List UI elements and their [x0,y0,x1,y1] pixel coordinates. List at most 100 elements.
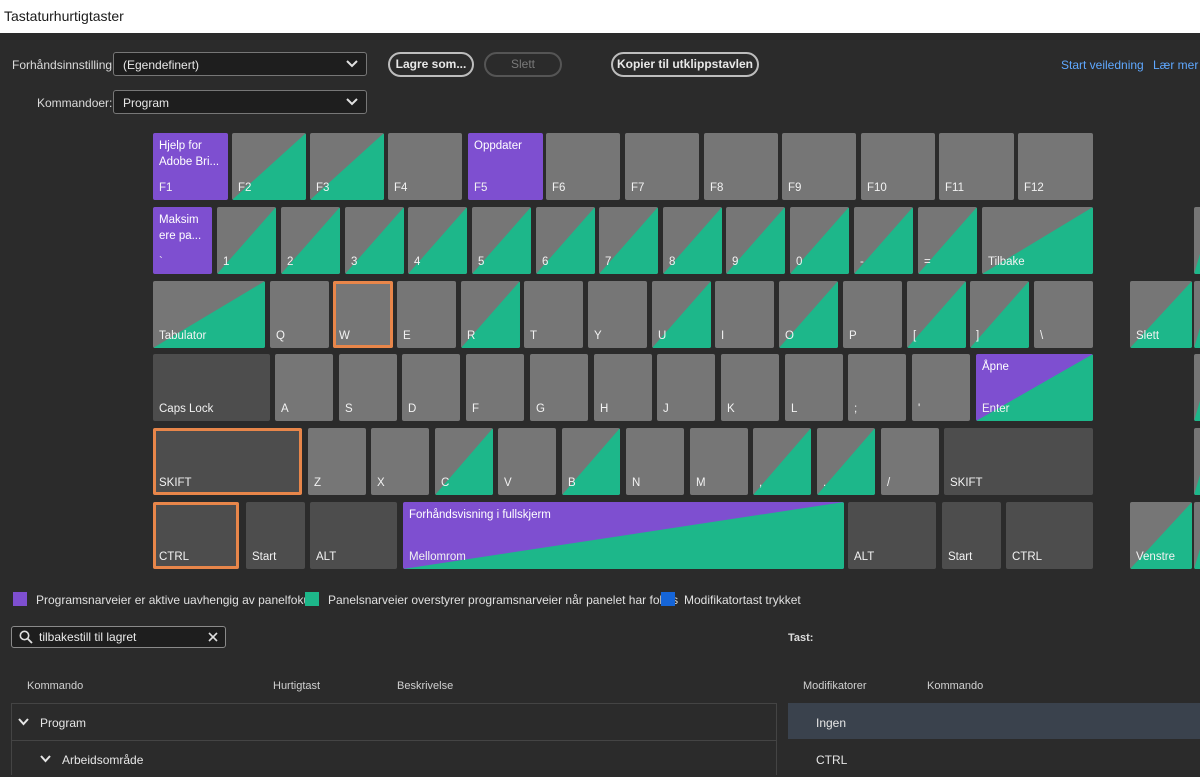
key-sym-r1k11[interactable]: - [854,207,913,274]
column-header-shortcut[interactable]: Hurtigtast [273,680,320,692]
key-1-r1k1[interactable]: 1 [217,207,276,274]
clear-icon[interactable] [208,632,218,642]
key-l-r3k9[interactable]: L [785,354,843,421]
key-enter-r3k12[interactable]: Åpne Enter [976,354,1093,421]
save-as-button[interactable]: Lagre som... [388,52,474,77]
key-5-r1k5[interactable]: 5 [472,207,531,274]
tree-row-program[interactable]: Program [12,704,776,741]
key-f12-r0k11[interactable]: F12 [1018,133,1093,200]
key-mellomrom-r5k3[interactable]: Forhåndsvisning i fullskjerm Mellomrom [403,502,844,569]
key-x-r4k2[interactable]: X [371,428,429,495]
key-q-r2k1[interactable]: Q [270,281,329,348]
key-9-r1k9[interactable]: 9 [726,207,785,274]
key-caps-lock-r3k0[interactable]: Caps Lock [153,354,270,421]
key-n-r4k6[interactable]: N [626,428,684,495]
delete-button[interactable]: Slett [484,52,562,77]
key-y-r2k6[interactable]: Y [588,281,647,348]
preset-select[interactable]: (Egendefinert) [113,52,367,76]
key-slett-r2k14[interactable]: Slett [1130,281,1192,348]
key-e-r2k3[interactable]: E [397,281,456,348]
key-k-r3k8[interactable]: K [721,354,779,421]
key-a-r3k1[interactable]: A [275,354,333,421]
key-h-r3k6[interactable]: H [594,354,652,421]
key-ctrl-r5k6[interactable]: CTRL [1006,502,1093,569]
column-header-key-command[interactable]: Kommando [927,680,983,692]
key-r-r2k4[interactable]: R [461,281,520,348]
key-venstre-r5k7[interactable]: Venstre [1130,502,1192,569]
chevron-down-icon[interactable] [40,755,51,763]
key-f8-r0k7[interactable]: F8 [704,133,778,200]
key-sym-r4k10[interactable]: / [881,428,939,495]
key-alt-r5k4[interactable]: ALT [848,502,936,569]
key-blank-r3k13[interactable] [1194,354,1200,421]
key-6-r1k6[interactable]: 6 [536,207,595,274]
key-f4-r0k3[interactable]: F4 [388,133,462,200]
start-tutorial-link[interactable]: Start veiledning [1061,58,1144,72]
key-skift-r4k0[interactable]: SKIFT [153,428,302,495]
key-sym-r4k8[interactable]: , [753,428,811,495]
key-sym-r3k11[interactable]: ' [912,354,970,421]
key-c-r4k3[interactable]: C [435,428,493,495]
key-ctrl-r5k0[interactable]: CTRL [153,502,239,569]
key-f3-r0k2[interactable]: F3 [310,133,384,200]
key-tilbake-r1k13[interactable]: Tilbake [982,207,1093,274]
search-input[interactable] [39,629,199,645]
column-header-description[interactable]: Beskrivelse [397,680,453,692]
key-7-r1k7[interactable]: 7 [599,207,658,274]
key-skift-r4k11[interactable]: SKIFT [944,428,1093,495]
key-p-r2k10[interactable]: P [843,281,902,348]
commands-select[interactable]: Program [113,90,367,114]
key-3-r1k3[interactable]: 3 [345,207,404,274]
learn-more-link[interactable]: Lær mer [1153,58,1198,72]
key-8-r1k8[interactable]: 8 [663,207,722,274]
key-o-r2k9[interactable]: O [779,281,838,348]
key-i-r2k8[interactable]: I [715,281,774,348]
key-sym-r1k0[interactable]: Maksim ere pa... ` [153,207,212,274]
search-field[interactable] [11,626,226,648]
key-sym-r2k11[interactable]: [ [907,281,966,348]
key-f9-r0k8[interactable]: F9 [782,133,856,200]
key-blank-r2k15[interactable] [1194,281,1200,348]
key-blank-r5k8[interactable] [1194,502,1200,569]
key-4-r1k4[interactable]: 4 [408,207,467,274]
key-f7-r0k6[interactable]: F7 [625,133,699,200]
key-blank-r4k12[interactable] [1194,428,1200,495]
key-w-r2k2[interactable]: W [333,281,393,348]
key-start-r5k1[interactable]: Start [246,502,305,569]
column-header-command[interactable]: Kommando [27,680,83,692]
key-f-r3k4[interactable]: F [466,354,524,421]
key-t-r2k5[interactable]: T [524,281,583,348]
key-m-r4k7[interactable]: M [690,428,748,495]
copy-to-clipboard-button[interactable]: Kopier til utklippstavlen [611,52,759,77]
key-s-r3k2[interactable]: S [339,354,397,421]
key-2-r1k2[interactable]: 2 [281,207,340,274]
key-d-r3k3[interactable]: D [402,354,460,421]
key-b-r4k5[interactable]: B [562,428,620,495]
key-sym-r2k12[interactable]: ] [970,281,1029,348]
tree-row-workspace[interactable]: Arbeidsområde [12,741,776,777]
key-f2-r0k1[interactable]: F2 [232,133,306,200]
key-blank-r1k14[interactable] [1194,207,1200,274]
key-f10-r0k9[interactable]: F10 [861,133,935,200]
column-header-modifiers[interactable]: Modifikatorer [803,680,867,692]
key-f5-r0k4[interactable]: Oppdater F5 [468,133,543,200]
key-u-r2k7[interactable]: U [652,281,711,348]
key-f1-r0k0[interactable]: Hjelp for Adobe Bri... F1 [153,133,228,200]
key-f6-r0k5[interactable]: F6 [546,133,620,200]
key-sym-r3k10[interactable]: ; [848,354,906,421]
key-g-r3k5[interactable]: G [530,354,588,421]
key-alt-r5k2[interactable]: ALT [310,502,397,569]
key-j-r3k7[interactable]: J [657,354,715,421]
key-v-r4k4[interactable]: V [498,428,556,495]
key-z-r4k1[interactable]: Z [308,428,366,495]
key-sym-r4k9[interactable]: . [817,428,875,495]
key-0-r1k10[interactable]: 0 [790,207,849,274]
key-start-r5k5[interactable]: Start [942,502,1001,569]
modifier-row-none[interactable]: Ingen [788,703,1200,739]
modifier-row-ctrl[interactable]: CTRL [788,740,1200,776]
key-sym-r1k12[interactable]: = [918,207,977,274]
chevron-down-icon[interactable] [18,718,29,726]
key-tabulator-r2k0[interactable]: Tabulator [153,281,265,348]
key-sym-r2k13[interactable]: \ [1034,281,1093,348]
key-f11-r0k10[interactable]: F11 [939,133,1014,200]
